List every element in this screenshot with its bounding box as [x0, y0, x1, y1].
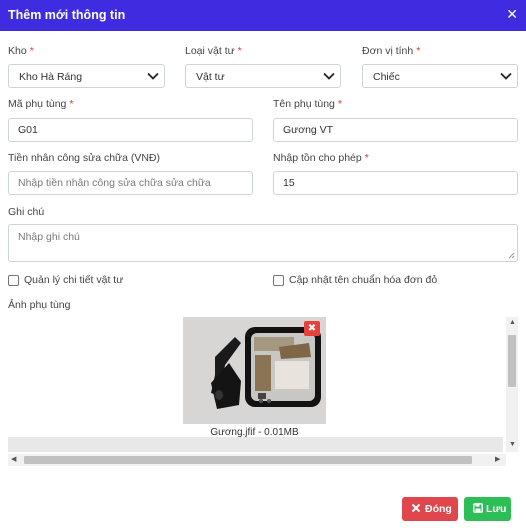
chevron-down-icon: [147, 72, 159, 80]
delete-image-button[interactable]: ✖: [304, 321, 320, 336]
loai-vat-tu-select-value: Vật tư: [196, 71, 225, 83]
quan-ly-chi-tiet-label: Quản lý chi tiết vật tư: [24, 274, 124, 286]
gallery-bottom-area: [8, 437, 503, 452]
don-vi-tinh-select-value: Chiếc: [373, 71, 400, 83]
tien-nhan-cong-label: Tiền nhân công sửa chữa (VNĐ): [8, 152, 160, 164]
ten-phu-tung-input[interactable]: Gương VT: [273, 118, 518, 142]
quan-ly-chi-tiet-checkbox[interactable]: [8, 275, 19, 286]
image-gallery: ✖ Gương.jfif - 0.01MB ▲ ▼ ◀ ▶: [8, 317, 518, 469]
vertical-scrollbar[interactable]: ▲ ▼: [506, 317, 518, 452]
horizontal-scrollbar[interactable]: ◀ ▶: [8, 454, 506, 466]
don-vi-tinh-label: Đơn vị tính *: [362, 45, 421, 57]
nhap-ton-label: Nhập tồn cho phép *: [273, 152, 369, 164]
chevron-down-icon: [323, 72, 335, 80]
ma-phu-tung-label: Mã phụ tùng *: [8, 98, 74, 110]
anh-phu-tung-label: Ảnh phụ tùng: [8, 299, 71, 311]
save-button-label: Lưu: [486, 503, 507, 515]
close-button-label: Đóng: [425, 503, 452, 515]
scroll-down-icon[interactable]: ▼: [509, 441, 516, 449]
ghi-chu-label: Ghi chú: [8, 206, 45, 218]
loai-vat-tu-select[interactable]: Vật tư: [185, 64, 341, 88]
modal-header: Thêm mới thông tin ✕: [0, 0, 526, 31]
vertical-scroll-thumb[interactable]: [508, 335, 516, 387]
ghi-chu-textarea[interactable]: Nhập ghi chú: [8, 224, 518, 262]
ma-phu-tung-input[interactable]: G01: [8, 118, 253, 142]
cap-nhat-ten-label: Cập nhật tên chuẩn hóa đơn đỏ: [289, 274, 438, 286]
loai-vat-tu-label: Loại vật tư *: [185, 45, 242, 57]
scroll-left-icon[interactable]: ◀: [11, 456, 16, 464]
close-button[interactable]: Đóng: [402, 497, 458, 521]
kho-select-value: Kho Hà Ráng: [19, 71, 83, 83]
horizontal-scroll-thumb[interactable]: [24, 456, 472, 464]
kho-label: Kho *: [8, 45, 34, 57]
ghi-chu-placeholder: Nhập ghi chú: [18, 231, 80, 243]
close-icon[interactable]: ✕: [506, 7, 518, 21]
tien-nhan-cong-input[interactable]: Nhập tiền nhân công sửa chữa sửa chữa: [8, 171, 253, 195]
modal-title: Thêm mới thông tin: [8, 8, 126, 22]
don-vi-tinh-select[interactable]: Chiếc: [362, 64, 518, 88]
cap-nhat-ten-checkbox[interactable]: [273, 275, 284, 286]
resize-grip-icon[interactable]: [508, 252, 515, 259]
nhap-ton-input[interactable]: 15: [273, 171, 518, 195]
ten-phu-tung-label: Tên phụ tùng *: [273, 98, 342, 110]
chevron-down-icon: [500, 72, 512, 80]
scroll-up-icon[interactable]: ▲: [509, 319, 516, 327]
kho-select[interactable]: Kho Hà Ráng: [8, 64, 165, 88]
scroll-right-icon[interactable]: ▶: [495, 456, 500, 464]
save-button[interactable]: Lưu: [464, 497, 511, 521]
close-icon: [411, 503, 421, 513]
floppy-disk-icon: [473, 503, 483, 513]
